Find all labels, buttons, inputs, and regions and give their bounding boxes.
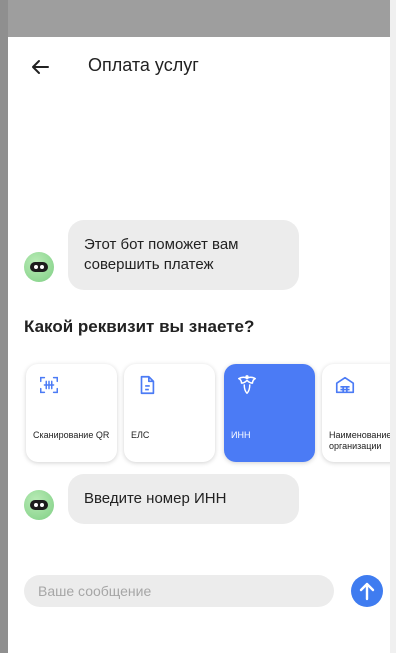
window-top-bar <box>0 0 396 37</box>
option-label: ИНН <box>231 430 251 440</box>
page-title: Оплата услуг <box>88 55 199 75</box>
window-right-border <box>390 0 396 653</box>
question-title: Какой реквизит вы знаете? <box>24 317 255 336</box>
bot-message-bubble: Введите номер ИНН <box>68 474 299 524</box>
option-label: ЕЛС <box>131 430 150 440</box>
bot-avatar <box>24 490 54 520</box>
option-card-inn[interactable]: ИНН <box>224 364 315 462</box>
send-button[interactable] <box>351 575 383 607</box>
emblem-icon <box>238 375 256 394</box>
arrow-up-icon <box>359 582 375 601</box>
option-card-els[interactable]: ЕЛС <box>124 364 215 462</box>
window-left-border <box>0 0 8 653</box>
payment-chat-screen: Оплата услуг Этот бот поможет вам соверш… <box>8 37 390 653</box>
qr-scan-icon <box>40 376 58 394</box>
bot-face-icon <box>30 262 48 272</box>
option-card-qr[interactable]: Сканирование QR <box>26 364 117 462</box>
app-header: Оплата услуг <box>8 37 390 97</box>
option-card-organization[interactable]: Наименование организации <box>322 364 390 462</box>
building-icon <box>335 376 355 394</box>
message-input[interactable] <box>24 575 334 607</box>
bot-face-icon <box>30 500 48 510</box>
arrow-left-icon <box>32 60 49 74</box>
message-input-bar <box>24 575 334 607</box>
bot-message-text: Этот бот поможет вам совершить платеж <box>84 236 239 273</box>
bot-avatar <box>24 252 54 282</box>
option-label: Наименование организации <box>329 430 390 451</box>
document-icon <box>140 375 155 395</box>
option-label: Сканирование QR <box>33 430 110 440</box>
bot-message-bubble: Этот бот поможет вам совершить платеж <box>68 220 299 290</box>
bot-message-text: Введите номер ИНН <box>84 490 227 507</box>
back-button[interactable] <box>28 55 52 79</box>
